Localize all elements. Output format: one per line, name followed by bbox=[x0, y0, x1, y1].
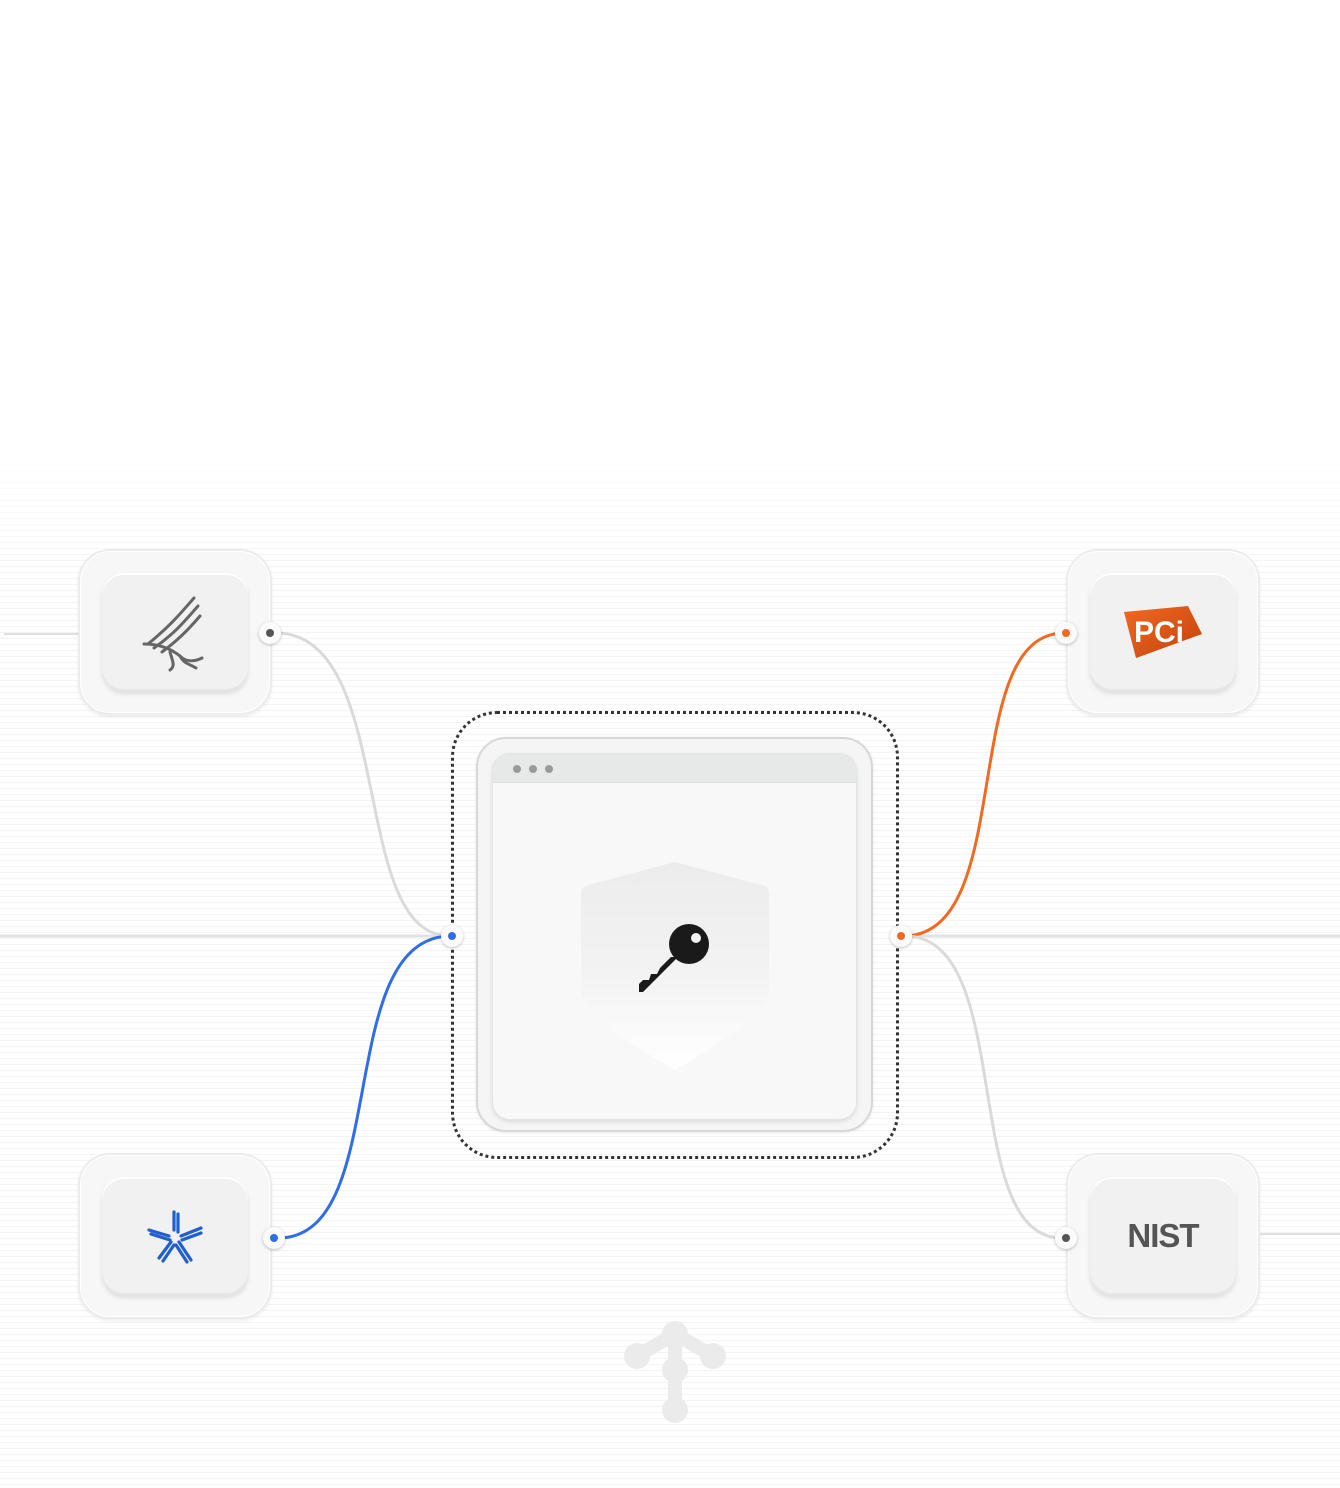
port-dot bbox=[1062, 1234, 1070, 1242]
node-hhs[interactable] bbox=[78, 549, 272, 715]
fedramp-star-logo bbox=[147, 1210, 203, 1264]
port-dot bbox=[897, 932, 905, 940]
node-fedramp-card bbox=[102, 1177, 248, 1295]
node-nist-card: NIST bbox=[1090, 1177, 1236, 1295]
node-hhs-card bbox=[102, 573, 248, 691]
port-dot bbox=[266, 629, 274, 637]
center-app-card[interactable] bbox=[476, 737, 873, 1132]
node-pci-card: PCi bbox=[1090, 573, 1236, 691]
link-pci bbox=[900, 631, 1067, 938]
node-pci[interactable]: PCi bbox=[1066, 549, 1260, 715]
shield-shape bbox=[581, 862, 769, 1070]
link-fedramp bbox=[273, 934, 453, 1240]
integration-diagram: PCi NIST bbox=[0, 0, 1340, 1488]
port-center-left[interactable] bbox=[441, 925, 463, 947]
port-dot bbox=[1062, 629, 1070, 637]
port-pci[interactable] bbox=[1055, 622, 1077, 644]
pci-label: PCi bbox=[1134, 616, 1184, 649]
app-window bbox=[492, 753, 857, 1120]
port-center-right[interactable] bbox=[890, 925, 912, 947]
port-dot bbox=[270, 1234, 278, 1242]
port-nist[interactable] bbox=[1055, 1227, 1077, 1249]
node-fedramp[interactable] bbox=[78, 1153, 272, 1319]
port-dot bbox=[448, 932, 456, 940]
port-fedramp[interactable] bbox=[263, 1227, 285, 1249]
node-nist[interactable]: NIST bbox=[1066, 1153, 1260, 1319]
nist-logo: NIST bbox=[1127, 1217, 1199, 1254]
link-hhs bbox=[269, 631, 453, 938]
shield-key-icon bbox=[581, 862, 769, 1070]
network-branch-icon bbox=[624, 1321, 726, 1423]
pci-logo: PCi bbox=[1124, 606, 1202, 658]
port-hhs[interactable] bbox=[259, 622, 281, 644]
hhs-eagle-logo bbox=[142, 596, 204, 672]
link-nist bbox=[900, 934, 1067, 1240]
